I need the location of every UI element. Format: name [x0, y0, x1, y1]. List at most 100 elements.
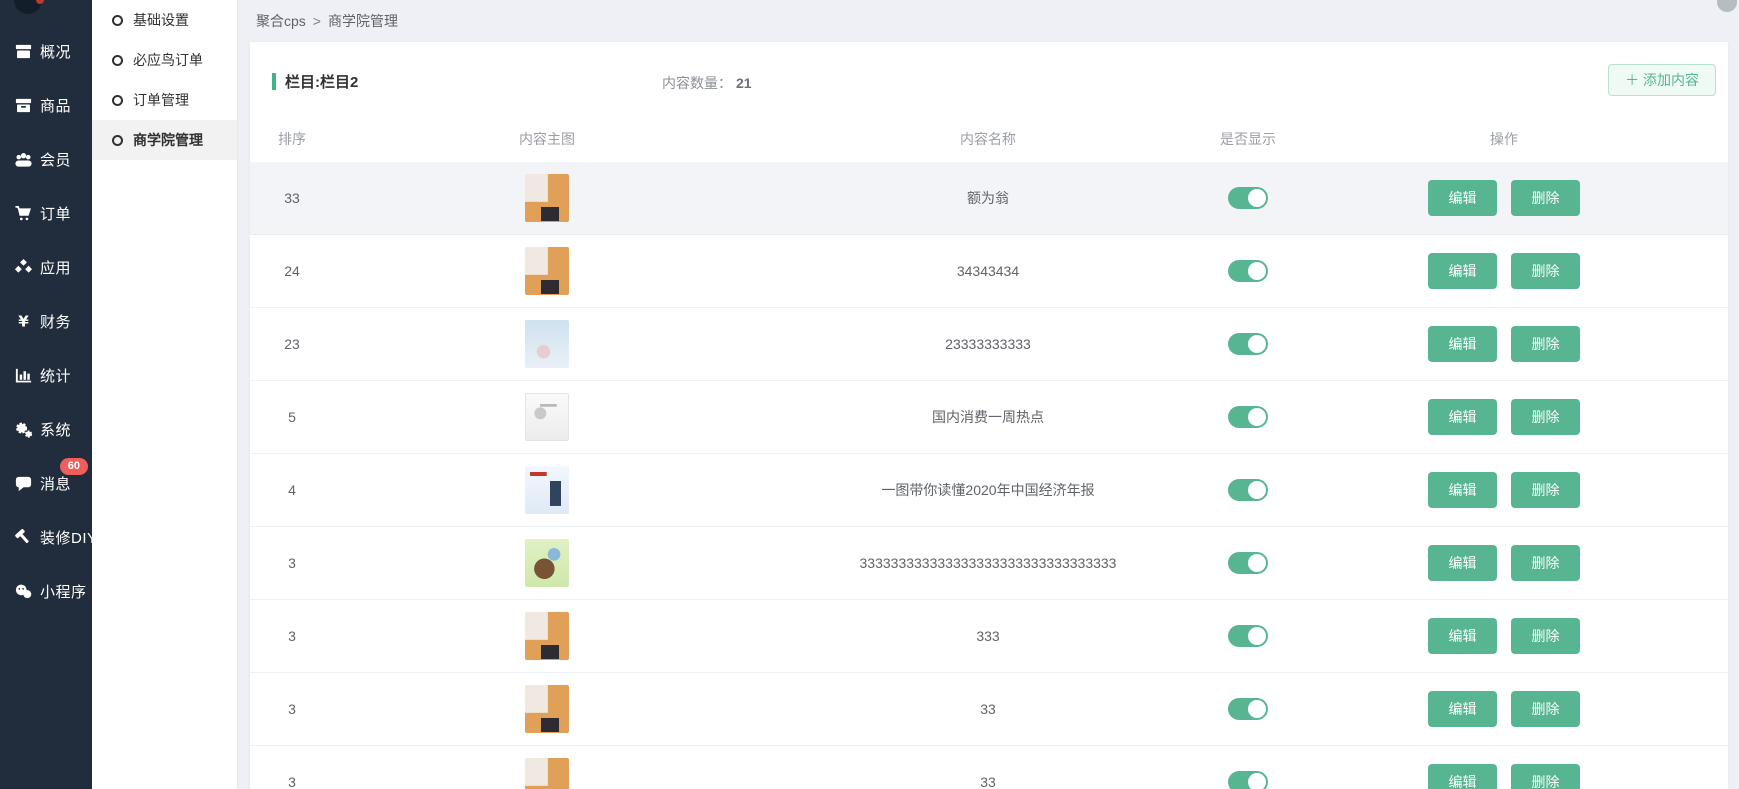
- main-area: 聚合cps > 商学院管理 栏目:栏目2 内容数量：21 ＋ 添加内容 排序 内…: [238, 0, 1739, 789]
- delete-button[interactable]: 删除: [1511, 764, 1580, 789]
- circle-icon: [112, 95, 123, 106]
- delete-button[interactable]: 删除: [1511, 691, 1580, 727]
- cart-icon: [13, 203, 33, 223]
- sidebar-item-商品[interactable]: 商品: [0, 78, 92, 132]
- bar-chart-icon: [13, 365, 33, 385]
- submenu-item-订单管理[interactable]: 订单管理: [92, 80, 237, 120]
- table-row: 3 333 编辑 删除: [250, 600, 1728, 673]
- column-header-thumbnail: 内容主图: [334, 129, 760, 149]
- admin-screen: 概况 商品 会员 订单 应用 ¥ 财务 统计 系统 消息 60 装修DIY 小程…: [0, 0, 1739, 789]
- toggle-knob: [1248, 262, 1266, 280]
- sort-value: 33: [250, 190, 334, 206]
- table-row: 23 23333333333 编辑 删除: [250, 308, 1728, 381]
- toggle-knob: [1248, 773, 1266, 789]
- content-name: 33: [760, 701, 1216, 717]
- column-header-actions: 操作: [1280, 129, 1728, 149]
- visibility-toggle[interactable]: [1228, 479, 1268, 501]
- apps-cubes-icon: [13, 257, 33, 277]
- panel-title-text: 栏目:栏目2: [285, 71, 358, 92]
- title-marker: [272, 73, 276, 90]
- sidebar-item-订单[interactable]: 订单: [0, 186, 92, 240]
- edit-button[interactable]: 编辑: [1428, 691, 1497, 727]
- edit-button[interactable]: 编辑: [1428, 764, 1497, 789]
- table-row: 3 33 编辑 删除: [250, 746, 1728, 789]
- delete-button[interactable]: 删除: [1511, 326, 1580, 362]
- add-content-button[interactable]: ＋ 添加内容: [1608, 64, 1716, 96]
- table-row: 3 333333333333333333333333333333333 编辑 删…: [250, 527, 1728, 600]
- visibility-toggle[interactable]: [1228, 187, 1268, 209]
- sort-value: 23: [250, 336, 334, 352]
- content-name: 一图带你读懂2020年中国经济年报: [760, 480, 1216, 500]
- content-thumbnail: [525, 612, 569, 660]
- sidebar-item-装修DIY[interactable]: 装修DIY: [0, 510, 92, 564]
- users-icon: [13, 149, 33, 169]
- circle-icon: [112, 15, 123, 26]
- column-header-sort: 排序: [250, 129, 334, 149]
- product-box-icon: [13, 95, 33, 115]
- gears-icon: [13, 419, 33, 439]
- sidebar-item-统计[interactable]: 统计: [0, 348, 92, 402]
- content-name: 333333333333333333333333333333333: [760, 555, 1216, 571]
- content-thumbnail: [525, 174, 569, 222]
- content-name: 国内消费一周热点: [760, 407, 1216, 427]
- breadcrumb-root[interactable]: 聚合cps: [256, 11, 306, 31]
- content-thumbnail: [525, 539, 569, 587]
- delete-button[interactable]: 删除: [1511, 253, 1580, 289]
- sidebar-item-概况[interactable]: 概况: [0, 24, 92, 78]
- sort-value: 3: [250, 774, 334, 789]
- sort-value: 3: [250, 555, 334, 571]
- content-count-value: 21: [736, 75, 752, 91]
- submenu-item-商学院管理[interactable]: 商学院管理: [92, 120, 237, 160]
- breadcrumb-separator: >: [313, 13, 321, 29]
- edit-button[interactable]: 编辑: [1428, 618, 1497, 654]
- content-thumbnail: [525, 685, 569, 733]
- primary-sidebar: 概况 商品 会员 订单 应用 ¥ 财务 统计 系统 消息 60 装修DIY 小程…: [0, 0, 92, 789]
- notification-badge: 60: [60, 458, 88, 475]
- edit-button[interactable]: 编辑: [1428, 399, 1497, 435]
- primary-nav: 概况 商品 会员 订单 应用 ¥ 财务 统计 系统 消息 60 装修DIY 小程…: [0, 0, 92, 618]
- delete-button[interactable]: 删除: [1511, 472, 1580, 508]
- sort-value: 3: [250, 701, 334, 717]
- sidebar-item-系统[interactable]: 系统: [0, 402, 92, 456]
- sidebar-item-财务[interactable]: ¥ 财务: [0, 294, 92, 348]
- circle-icon: [112, 135, 123, 146]
- table-header: 排序 内容主图 内容名称 是否显示 操作: [250, 115, 1728, 162]
- visibility-toggle[interactable]: [1228, 625, 1268, 647]
- edit-button[interactable]: 编辑: [1428, 326, 1497, 362]
- content-thumbnail: [525, 247, 569, 295]
- content-name: 33: [760, 774, 1216, 789]
- toggle-knob: [1248, 700, 1266, 718]
- delete-button[interactable]: 删除: [1511, 399, 1580, 435]
- sidebar-item-小程序[interactable]: 小程序: [0, 564, 92, 618]
- toggle-knob: [1248, 627, 1266, 645]
- delete-button[interactable]: 删除: [1511, 545, 1580, 581]
- wechat-icon: [13, 581, 33, 601]
- edit-button[interactable]: 编辑: [1428, 545, 1497, 581]
- delete-button[interactable]: 删除: [1511, 618, 1580, 654]
- yen-icon: ¥: [13, 311, 33, 331]
- submenu-item-必应鸟订单[interactable]: 必应鸟订单: [92, 40, 237, 80]
- visibility-toggle[interactable]: [1228, 552, 1268, 574]
- submenu-item-基础设置[interactable]: 基础设置: [92, 0, 237, 40]
- secondary-menu: 基础设置 必应鸟订单 订单管理 商学院管理: [92, 0, 238, 789]
- content-thumbnail: [525, 758, 569, 789]
- edit-button[interactable]: 编辑: [1428, 253, 1497, 289]
- breadcrumb: 聚合cps > 商学院管理: [238, 0, 1739, 42]
- visibility-toggle[interactable]: [1228, 260, 1268, 282]
- visibility-toggle[interactable]: [1228, 698, 1268, 720]
- table-row: 5 国内消费一周热点 编辑 删除: [250, 381, 1728, 454]
- visibility-toggle[interactable]: [1228, 333, 1268, 355]
- table-row: 24 34343434 编辑 删除: [250, 235, 1728, 308]
- sidebar-item-会员[interactable]: 会员: [0, 132, 92, 186]
- edit-button[interactable]: 编辑: [1428, 180, 1497, 216]
- edit-button[interactable]: 编辑: [1428, 472, 1497, 508]
- visibility-toggle[interactable]: [1228, 771, 1268, 789]
- sort-value: 4: [250, 482, 334, 498]
- visibility-toggle[interactable]: [1228, 406, 1268, 428]
- content-name: 333: [760, 628, 1216, 644]
- sidebar-item-应用[interactable]: 应用: [0, 240, 92, 294]
- table-row: 33 额为翁 编辑 删除: [250, 162, 1728, 235]
- delete-button[interactable]: 删除: [1511, 180, 1580, 216]
- sidebar-item-消息[interactable]: 消息 60: [0, 456, 92, 510]
- content-name: 额为翁: [760, 188, 1216, 208]
